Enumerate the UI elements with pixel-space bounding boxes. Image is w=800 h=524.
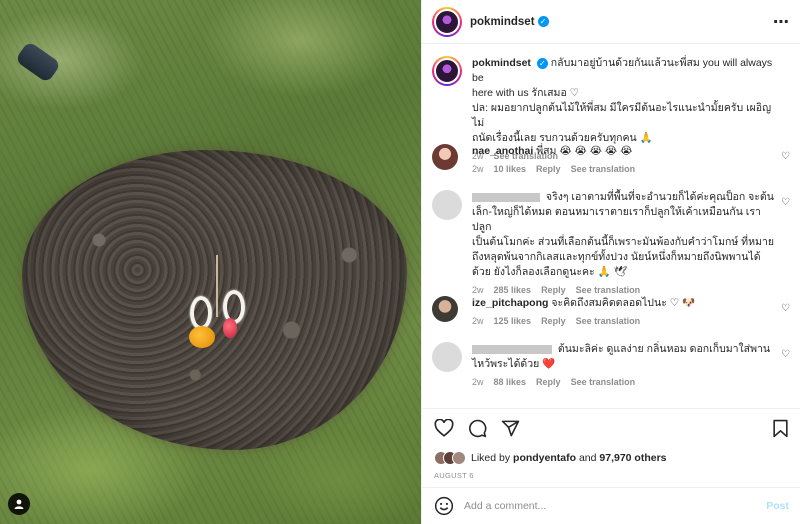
tagged-user-icon[interactable] bbox=[8, 493, 30, 515]
post-header: pokmindset ✓ ⋯ bbox=[422, 0, 800, 44]
commenter-avatar[interactable] bbox=[432, 190, 462, 220]
comment-text: ด้วย ยังไงก็ลองเลือกดูนะคะ 🙏 🕊 bbox=[472, 266, 627, 278]
author-avatar[interactable] bbox=[432, 56, 462, 86]
redacted-username bbox=[472, 192, 540, 202]
see-translation-link[interactable]: See translation bbox=[576, 285, 641, 295]
commenter-avatar[interactable] bbox=[432, 144, 458, 170]
comment-text: เล็ก-ใหญ่ก็ได้หมด ตอนหมาเราตายเราก็ปลูกใ… bbox=[472, 206, 761, 233]
user-icon bbox=[14, 499, 24, 509]
verified-badge-icon: ✓ bbox=[536, 57, 548, 69]
comment-text: พี่สม 😭 😭 😭 😭 😭 bbox=[536, 145, 633, 157]
bookmark-icon[interactable] bbox=[772, 419, 789, 438]
photo-garland bbox=[190, 296, 212, 330]
see-translation-link[interactable]: See translation bbox=[576, 316, 641, 326]
photo-rose bbox=[223, 318, 237, 338]
comment-username[interactable]: ize_pitchapong bbox=[472, 297, 548, 309]
commenter-avatar[interactable] bbox=[432, 342, 462, 372]
more-options-icon[interactable]: ⋯ bbox=[773, 12, 790, 32]
post-side-panel: pokmindset ✓ ⋯ pokmindset ✓ กลับมาอยู่บ้… bbox=[421, 0, 800, 524]
caption-line: ปล: ผมอยากปลูกต้นไม้ให้พี่สม มีใครมีต้นอ… bbox=[472, 102, 772, 129]
share-icon[interactable] bbox=[501, 419, 520, 438]
post-photo[interactable] bbox=[0, 0, 421, 524]
post-date[interactable]: AUGUST 6 bbox=[434, 471, 789, 480]
likes-count[interactable]: 97,970 others bbox=[599, 452, 666, 464]
comment-like-heart-icon[interactable]: ♡ bbox=[781, 304, 791, 314]
comment-time[interactable]: 2w bbox=[472, 285, 484, 295]
photo-marigold bbox=[189, 326, 215, 348]
comment-time[interactable]: 2w bbox=[472, 316, 484, 326]
comment-time[interactable]: 2w bbox=[472, 164, 484, 174]
likes-prefix: Liked by bbox=[471, 452, 514, 464]
liker-username[interactable]: pondyentafo bbox=[513, 452, 576, 464]
commenter-avatar[interactable] bbox=[432, 296, 458, 322]
likes-summary: Liked by pondyentafo and 97,970 others bbox=[434, 451, 789, 465]
photo-incense-stick bbox=[216, 255, 218, 317]
comment-like-heart-icon[interactable]: ♡ bbox=[781, 198, 791, 208]
post-actions: Liked by pondyentafo and 97,970 others A… bbox=[422, 408, 800, 480]
reply-button[interactable]: Reply bbox=[536, 377, 561, 387]
photo-soil-mound bbox=[22, 150, 407, 450]
verified-badge-icon: ✓ bbox=[537, 16, 549, 27]
comment-like-heart-icon[interactable]: ♡ bbox=[781, 350, 791, 360]
comment-item: nae_anothai พี่สม 😭 😭 😭 😭 😭 2w 10 likes … bbox=[432, 144, 791, 190]
comment-text: จริงๆ เอาตามที่พื้นที่จะอำนวยก็ได้ค่ะคุณ… bbox=[545, 191, 774, 203]
caption-line: here with us รักเสมอ ♡ bbox=[472, 87, 580, 99]
comment-input[interactable] bbox=[464, 500, 767, 512]
author-avatar[interactable] bbox=[432, 6, 462, 37]
author-username[interactable]: pokmindset bbox=[470, 16, 535, 28]
comment-item: ต้นมะลิค่ะ ดูแลง่าย กลิ่นหอม ดอกเก็บมาใส… bbox=[432, 342, 791, 402]
comment-text: จะคิดถึงสมคิดตลอดไปนะ ♡ 🐶 bbox=[551, 297, 696, 309]
caption-line: ถนัดเรื่องนี้เลย รบกวนด้วยครับทุกคน 🙏 bbox=[472, 132, 653, 144]
add-comment-bar: Post bbox=[422, 487, 800, 524]
comment-like-heart-icon[interactable]: ♡ bbox=[781, 152, 791, 162]
caption: pokmindset ✓ กลับมาอยู่บ้านด้วยกันแล้วนะ… bbox=[432, 56, 791, 161]
comments-list[interactable]: pokmindset ✓ กลับมาอยู่บ้านด้วยกันแล้วนะ… bbox=[422, 44, 800, 406]
liker-avatar[interactable] bbox=[452, 451, 466, 465]
redacted-username bbox=[472, 344, 552, 354]
photo-object bbox=[14, 40, 62, 84]
comment-item: จริงๆ เอาตามที่พื้นที่จะอำนวยก็ได้ค่ะคุณ… bbox=[432, 190, 791, 296]
post-comment-button[interactable]: Post bbox=[766, 500, 789, 512]
comment-likes[interactable]: 125 likes bbox=[494, 316, 532, 326]
reply-button[interactable]: Reply bbox=[536, 164, 561, 174]
comment-item: ize_pitchapong จะคิดถึงสมคิดตลอดไปนะ ♡ 🐶… bbox=[432, 296, 791, 342]
reply-button[interactable]: Reply bbox=[541, 316, 566, 326]
heart-icon[interactable] bbox=[434, 419, 454, 437]
comment-text: ถึงหลุดพ้นจากกิเลสและทุกข์ทั้งปวง นัยน์ห… bbox=[472, 251, 761, 263]
comment-icon[interactable] bbox=[468, 419, 487, 438]
likes-middle: and bbox=[576, 452, 600, 464]
comment-text: ไหว้พระได้ด้วย ❤️ bbox=[472, 358, 556, 370]
comment-likes[interactable]: 10 likes bbox=[494, 164, 527, 174]
reply-button[interactable]: Reply bbox=[541, 285, 566, 295]
comment-likes[interactable]: 285 likes bbox=[494, 285, 532, 295]
comment-text: เป็นต้นโมกค่ะ ส่วนที่เลือกต้นนี้ก็เพราะม… bbox=[472, 236, 774, 248]
comment-likes[interactable]: 88 likes bbox=[494, 377, 527, 387]
caption-username[interactable]: pokmindset bbox=[472, 57, 531, 69]
see-translation-link[interactable]: See translation bbox=[571, 164, 636, 174]
comment-time[interactable]: 2w bbox=[472, 377, 484, 387]
comment-username[interactable]: nae_anothai bbox=[472, 145, 533, 157]
emoji-icon[interactable] bbox=[434, 496, 454, 516]
see-translation-link[interactable]: See translation bbox=[571, 377, 636, 387]
comment-text: ต้นมะลิค่ะ ดูแลง่าย กลิ่นหอม ดอกเก็บมาใส… bbox=[557, 343, 771, 355]
caption-text: pokmindset ✓ กลับมาอยู่บ้านด้วยกันแล้วนะ… bbox=[472, 56, 775, 146]
